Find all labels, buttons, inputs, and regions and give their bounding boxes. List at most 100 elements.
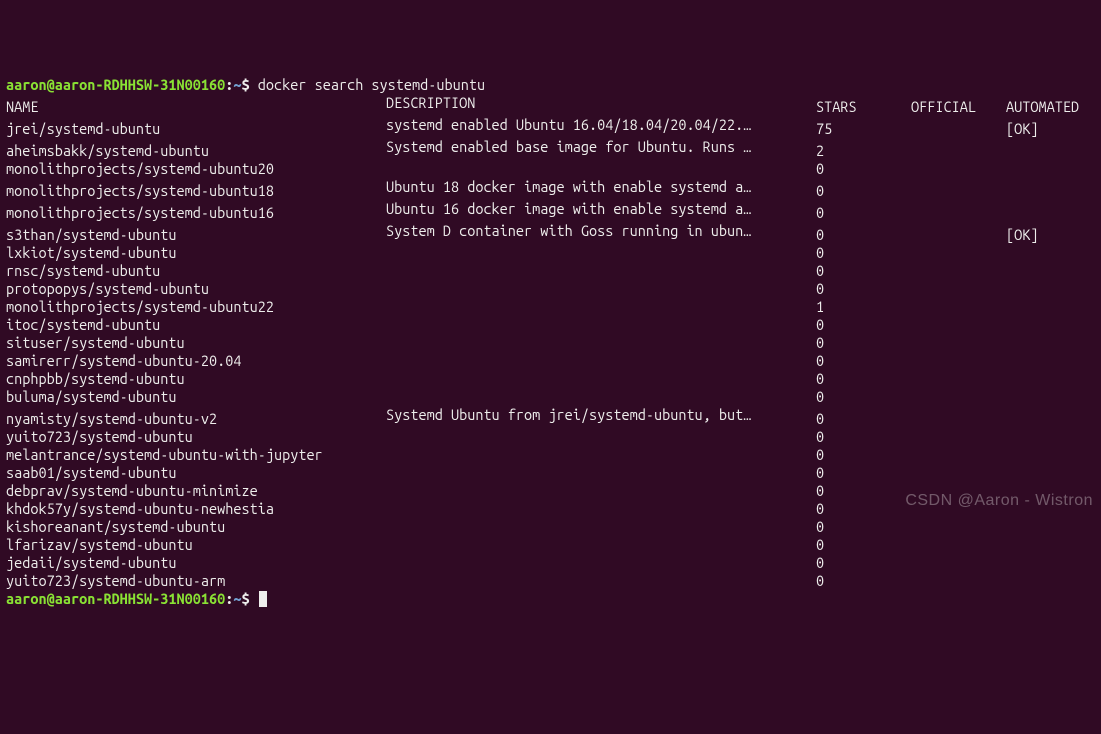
command-text: docker search systemd-ubuntu bbox=[258, 76, 485, 93]
cell-name: jedaii/systemd-ubuntu bbox=[6, 554, 386, 572]
cell-name: monolithprojects/systemd-ubuntu16 bbox=[6, 204, 386, 222]
table-row: lxkiot/systemd-ubuntu 0 bbox=[6, 244, 1006, 261]
table-row: nyamisty/systemd-ubuntu-v2Systemd Ubuntu… bbox=[6, 410, 1006, 427]
table-row: yuito723/systemd-ubuntu 0 bbox=[6, 428, 1006, 445]
cell-name: lfarizav/systemd-ubuntu bbox=[6, 536, 386, 554]
cell-description: systemd enabled Ubuntu 16.04/18.04/20.04… bbox=[386, 116, 816, 134]
cell-name: situser/systemd-ubuntu bbox=[6, 334, 386, 352]
table-row: saab01/systemd-ubuntu0 bbox=[6, 464, 1006, 481]
table-body: jrei/systemd-ubuntusystemd enabled Ubunt… bbox=[6, 116, 1095, 590]
prompt-path: ~ bbox=[233, 590, 241, 607]
prompt-sep: : bbox=[225, 590, 233, 607]
table-row: jrei/systemd-ubuntusystemd enabled Ubunt… bbox=[6, 120, 1038, 137]
cell-stars: 0 bbox=[816, 204, 911, 222]
table-row: rnsc/systemd-ubuntu 0 bbox=[6, 262, 1006, 279]
table-row: jedaii/systemd-ubuntu 0 bbox=[6, 554, 1006, 571]
table-row: buluma/systemd-ubuntu 0 bbox=[6, 388, 1006, 405]
cell-name: debprav/systemd-ubuntu-minimize bbox=[6, 482, 386, 500]
table-row: yuito723/systemd-ubuntu-arm 0 bbox=[6, 572, 1006, 589]
cell-stars: 0 bbox=[816, 352, 911, 370]
cell-name: nyamisty/systemd-ubuntu-v2 bbox=[6, 410, 386, 428]
cell-description: Ubuntu 16 docker image with enable syste… bbox=[386, 200, 816, 218]
cell-name: aheimsbakk/systemd-ubuntu bbox=[6, 142, 386, 160]
cell-stars: 2 bbox=[816, 142, 911, 160]
cell-stars: 0 bbox=[816, 316, 911, 334]
table-row: kishoreanant/systemd-ubuntu0 bbox=[6, 518, 1006, 535]
cell-description: System D container with Goss running in … bbox=[386, 222, 816, 240]
cell-stars: 0 bbox=[816, 334, 911, 352]
cell-stars: 0 bbox=[816, 244, 911, 262]
cell-name: rnsc/systemd-ubuntu bbox=[6, 262, 386, 280]
cell-name: melantrance/systemd-ubuntu-with-jupyter bbox=[6, 446, 386, 464]
table-row: melantrance/systemd-ubuntu-with-jupyter 0 bbox=[6, 446, 1006, 463]
cell-stars: 0 bbox=[816, 370, 911, 388]
cell-description: Ubuntu 18 docker image with enable syste… bbox=[386, 178, 816, 196]
cell-automated: [OK] bbox=[1006, 226, 1038, 244]
cell-name: cnphpbb/systemd-ubuntu bbox=[6, 370, 386, 388]
cell-stars: 0 bbox=[816, 446, 911, 464]
cell-stars: 0 bbox=[816, 160, 911, 178]
table-row: monolithprojects/systemd-ubuntu22 1 bbox=[6, 298, 1006, 315]
prompt-line-1: aaron@aaron-RDHHSW-31N00160:~$ docker se… bbox=[6, 76, 485, 93]
header-official: OFFICIAL bbox=[911, 98, 1006, 116]
table-row: samirerr/systemd-ubuntu-20.04 0 bbox=[6, 352, 1006, 369]
cell-name: monolithprojects/systemd-ubuntu22 bbox=[6, 298, 386, 316]
prompt-dollar: $ bbox=[242, 590, 250, 607]
header-name: NAME bbox=[6, 98, 386, 116]
cell-name: protopopys/systemd-ubuntu bbox=[6, 280, 386, 298]
cell-automated: [OK] bbox=[1006, 120, 1038, 138]
cell-name: monolithprojects/systemd-ubuntu18 bbox=[6, 182, 386, 200]
table-row: monolithprojects/systemd-ubuntu20 0 bbox=[6, 160, 1006, 177]
terminal-output[interactable]: aaron@aaron-RDHHSW-31N00160:~$ docker se… bbox=[6, 76, 1095, 608]
table-row: debprav/systemd-ubuntu-minimize 0 bbox=[6, 482, 1006, 499]
table-row: lfarizav/systemd-ubuntu 0 bbox=[6, 536, 1006, 553]
prompt-userhost: aaron@aaron-RDHHSW-31N00160 bbox=[6, 76, 225, 93]
cell-stars: 0 bbox=[816, 554, 911, 572]
header-stars: STARS bbox=[816, 98, 911, 116]
cell-name: khdok57y/systemd-ubuntu-newhestia bbox=[6, 500, 386, 518]
cell-stars: 0 bbox=[816, 410, 911, 428]
table-header: NAMEDESCRIPTIONSTARSOFFICIALAUTOMATED bbox=[6, 98, 1079, 115]
cell-name: lxkiot/systemd-ubuntu bbox=[6, 244, 386, 262]
cell-description: Systemd Ubuntu from jrei/systemd-ubuntu,… bbox=[386, 406, 816, 424]
cursor-icon bbox=[259, 591, 267, 607]
cell-name: s3than/systemd-ubuntu bbox=[6, 226, 386, 244]
table-row: situser/systemd-ubuntu 0 bbox=[6, 334, 1006, 351]
cell-name: samirerr/systemd-ubuntu-20.04 bbox=[6, 352, 386, 370]
cell-stars: 1 bbox=[816, 298, 911, 316]
cell-stars: 0 bbox=[816, 482, 911, 500]
table-row: khdok57y/systemd-ubuntu-newhestia 0 bbox=[6, 500, 1006, 517]
table-row: aheimsbakk/systemd-ubuntuSystemd enabled… bbox=[6, 142, 1006, 159]
cell-name: buluma/systemd-ubuntu bbox=[6, 388, 386, 406]
cell-stars: 75 bbox=[816, 120, 911, 138]
table-row: s3than/systemd-ubuntuSystem D container … bbox=[6, 226, 1038, 243]
prompt-path: ~ bbox=[233, 76, 241, 93]
cell-stars: 0 bbox=[816, 388, 911, 406]
cell-stars: 0 bbox=[816, 262, 911, 280]
cell-name: kishoreanant/systemd-ubuntu bbox=[6, 518, 386, 536]
cell-stars: 0 bbox=[816, 280, 911, 298]
table-row: protopopys/systemd-ubuntu 0 bbox=[6, 280, 1006, 297]
cell-name: yuito723/systemd-ubuntu bbox=[6, 428, 386, 446]
table-row: monolithprojects/systemd-ubuntu18Ubuntu … bbox=[6, 182, 1006, 199]
cell-name: jrei/systemd-ubuntu bbox=[6, 120, 386, 138]
table-row: itoc/systemd-ubuntu 0 bbox=[6, 316, 1006, 333]
cell-name: itoc/systemd-ubuntu bbox=[6, 316, 386, 334]
cell-stars: 0 bbox=[816, 464, 911, 482]
table-row: cnphpbb/systemd-ubuntu 0 bbox=[6, 370, 1006, 387]
cell-name: monolithprojects/systemd-ubuntu20 bbox=[6, 160, 386, 178]
cell-description: Systemd enabled base image for Ubuntu. R… bbox=[386, 138, 816, 156]
header-description: DESCRIPTION bbox=[386, 94, 816, 112]
header-automated: AUTOMATED bbox=[1006, 98, 1079, 116]
table-row: monolithprojects/systemd-ubuntu16Ubuntu … bbox=[6, 204, 1006, 221]
cell-stars: 0 bbox=[816, 500, 911, 518]
cell-stars: 0 bbox=[816, 226, 911, 244]
cell-name: yuito723/systemd-ubuntu-arm bbox=[6, 572, 386, 590]
cell-stars: 0 bbox=[816, 536, 911, 554]
cell-stars: 0 bbox=[816, 572, 911, 590]
prompt-userhost: aaron@aaron-RDHHSW-31N00160 bbox=[6, 590, 225, 607]
cell-stars: 0 bbox=[816, 182, 911, 200]
cell-stars: 0 bbox=[816, 428, 911, 446]
prompt-dollar: $ bbox=[242, 76, 250, 93]
prompt-line-2[interactable]: aaron@aaron-RDHHSW-31N00160:~$ bbox=[6, 590, 267, 607]
